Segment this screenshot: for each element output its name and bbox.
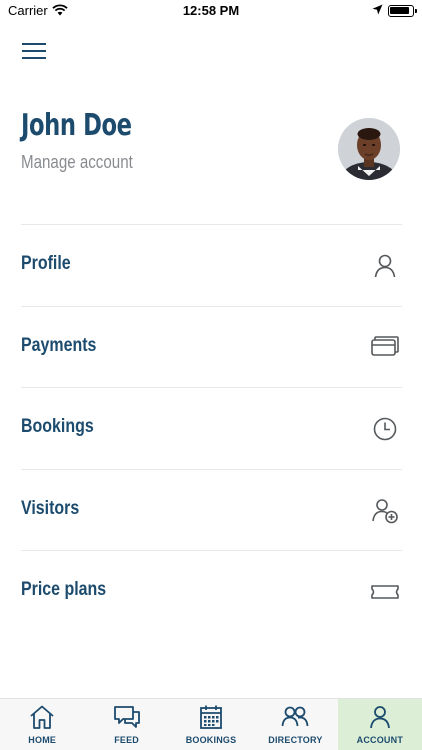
home-icon (30, 705, 54, 729)
menu-item-label: Profile (21, 253, 71, 274)
clock-label: 12:58 PM (182, 3, 240, 18)
person-icon (369, 706, 390, 729)
menu-item-payments[interactable]: Payments (21, 305, 402, 388)
menu-item-bookings[interactable]: Bookings (21, 387, 402, 469)
battery-icon (388, 5, 417, 17)
tab-home[interactable]: HOME (0, 699, 84, 750)
status-bar: Carrier 12:58 PM (0, 0, 422, 22)
ticket-icon (371, 585, 399, 599)
hamburger-line (22, 43, 46, 45)
avatar[interactable] (338, 118, 400, 180)
menu-item-visitors[interactable]: Visitors (21, 468, 402, 551)
bottom-tab-bar: HOME FEED BOOKINGS DIRECTORY ACCOUNT (0, 698, 422, 750)
tab-bookings[interactable]: BOOKINGS (169, 699, 253, 750)
menu-item-price-plans[interactable]: Price plans (21, 550, 402, 632)
account-menu-list: Profile Payments Bookings Visitors Price… (21, 224, 402, 632)
calendar-icon (200, 705, 222, 729)
manage-account-link[interactable]: Manage account (21, 152, 133, 173)
tab-feed[interactable]: FEED (84, 699, 168, 750)
avatar-photo (338, 118, 400, 180)
tab-account[interactable]: ACCOUNT (337, 699, 422, 750)
location-arrow-icon (372, 4, 383, 15)
hamburger-line (22, 57, 46, 59)
tab-label: DIRECTORY (268, 735, 323, 745)
menu-item-label: Bookings (21, 416, 94, 437)
tab-directory[interactable]: DIRECTORY (253, 699, 337, 750)
clock-icon (373, 417, 397, 441)
add-person-icon (372, 498, 398, 523)
menu-item-label: Visitors (21, 497, 80, 519)
menu-item-profile[interactable]: Profile (21, 224, 402, 306)
tab-label: FEED (114, 735, 140, 745)
chat-icon (113, 706, 140, 728)
tab-label: BOOKINGS (185, 735, 237, 745)
cards-icon (371, 335, 399, 356)
tab-label: HOME (28, 735, 57, 745)
tab-label: ACCOUNT (356, 735, 404, 745)
menu-item-label: Price plans (21, 579, 107, 600)
menu-item-label: Payments (21, 334, 97, 356)
user-name: John Doe (21, 108, 132, 143)
hamburger-menu-button[interactable] (22, 42, 46, 62)
person-icon (374, 254, 396, 278)
hamburger-line (22, 50, 46, 52)
people-icon (282, 706, 309, 727)
